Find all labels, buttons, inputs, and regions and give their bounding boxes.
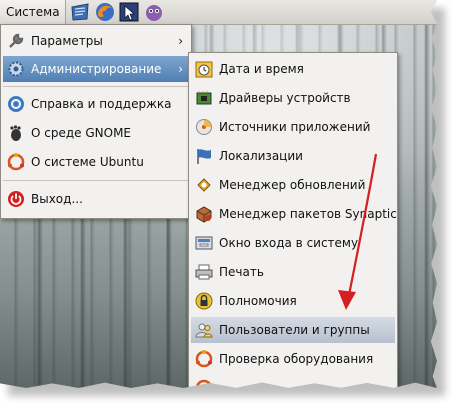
system-menu-button[interactable]: Система (0, 0, 66, 24)
package-icon (195, 205, 213, 223)
screenshot-icon[interactable] (118, 1, 140, 23)
flag-icon (195, 147, 213, 165)
menu-item-date-time[interactable]: Дата и время (191, 56, 395, 82)
menu-separator (3, 180, 189, 181)
firefox-icon[interactable] (94, 1, 116, 23)
disc-icon (195, 118, 213, 136)
menu-item-label: Выход... (31, 192, 83, 206)
ubuntu-icon (7, 153, 25, 171)
menu-item-label: Драйверы устройств (219, 91, 351, 105)
menu-item-administration[interactable]: Администрирование › (3, 56, 189, 82)
menu-item-label: Дата и время (219, 62, 304, 76)
menu-item-hardware-test[interactable]: Проверка оборудования (191, 346, 395, 372)
login-screen-icon (195, 234, 213, 252)
printer-icon (195, 263, 213, 281)
help-icon (7, 95, 25, 113)
menu-item-users-groups[interactable]: Пользователи и группы (191, 317, 395, 343)
menu-separator (3, 86, 189, 87)
menu-item-label: Справка и поддержка (31, 97, 172, 111)
pidgin-icon[interactable] (143, 1, 165, 23)
menu-item-label: Проверка оборудования (219, 352, 374, 366)
menu-item-label: Пользователи и группы (219, 323, 370, 337)
top-panel: Система (0, 0, 437, 25)
power-icon (7, 190, 25, 208)
gear-icon (7, 60, 25, 78)
ubuntu-icon (195, 350, 213, 368)
menu-item-label: О среде GNOME (31, 126, 132, 140)
clock-icon (195, 60, 213, 78)
wrench-icon (7, 32, 25, 50)
menu-item-about-ubuntu[interactable]: О системе Ubuntu (3, 149, 189, 175)
menu-item-label: Локализации (219, 149, 303, 163)
menu-item-help[interactable]: Справка и поддержка (3, 91, 189, 117)
system-menu: Параметры › Администрирование › Справка … (0, 24, 192, 219)
menu-item-logout[interactable]: Выход... (3, 186, 189, 212)
menu-item-label: О системе Ubuntu (31, 155, 144, 169)
screenshot: Система Параметры › Администрирование › … (0, 0, 437, 388)
gnome-foot-icon (7, 124, 25, 142)
notes-icon[interactable] (69, 1, 91, 23)
menu-item-label: Источники приложений (219, 120, 371, 134)
menu-item-preferences[interactable]: Параметры › (3, 28, 189, 54)
submenu-arrow-icon: › (178, 34, 183, 48)
menu-item-label: Администрирование (31, 62, 162, 76)
menu-item-label: Полномочия (219, 294, 297, 308)
users-icon (195, 321, 213, 339)
update-icon (195, 176, 213, 194)
menu-item-software-sources[interactable]: Источники приложений (191, 114, 395, 140)
chip-icon (195, 89, 213, 107)
menu-item-label: Параметры (31, 34, 103, 48)
lock-icon (195, 292, 213, 310)
annotation-arrow (338, 153, 378, 310)
menu-item-label: Печать (219, 265, 264, 279)
menu-item-about-gnome[interactable]: О среде GNOME (3, 120, 189, 146)
menu-item-device-drivers[interactable]: Драйверы устройств (191, 85, 395, 111)
submenu-arrow-icon: › (178, 62, 183, 76)
